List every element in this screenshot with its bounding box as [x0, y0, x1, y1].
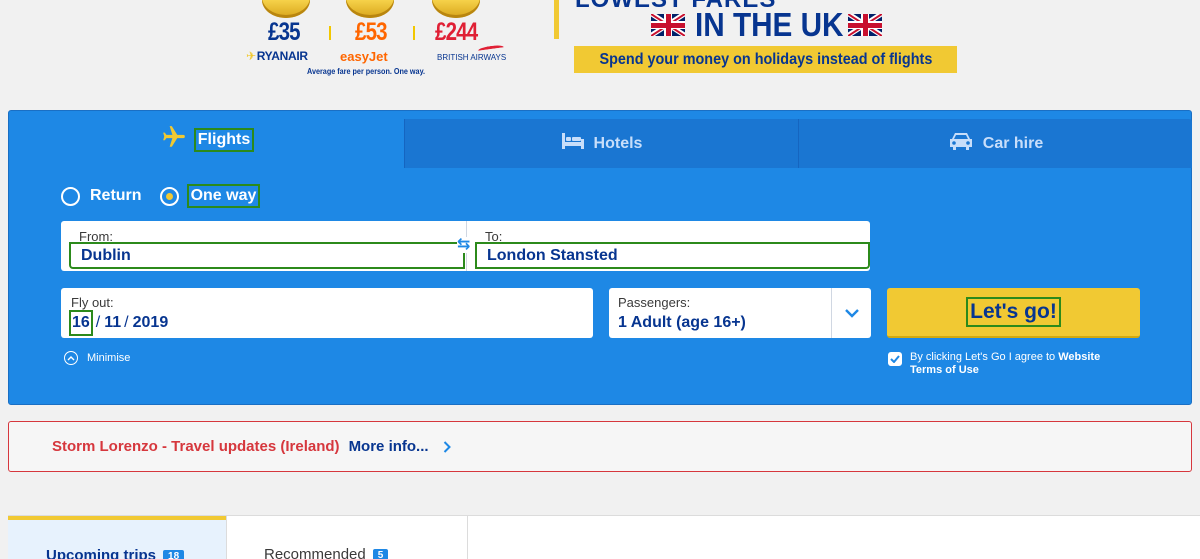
passengers-dropdown-button[interactable]	[831, 288, 871, 338]
minimise-label: Minimise	[87, 352, 131, 364]
trip-type-selector: Return One way	[61, 184, 276, 208]
tab-hotels[interactable]: Hotels	[404, 119, 798, 168]
plane-icon	[161, 124, 187, 155]
passengers-label: Passengers:	[618, 295, 691, 310]
check-icon	[890, 355, 900, 363]
date-month-input[interactable]: 11	[104, 314, 121, 332]
fly-out-date[interactable]: 16 / 11 / 2019	[69, 310, 168, 336]
route-fields: From: Dublin To: London Stansted ⇆	[61, 221, 870, 271]
date-year-input[interactable]: 2019	[133, 314, 169, 332]
banner-tagline: Spend your money on holidays instead of …	[574, 46, 957, 73]
terms-checkbox[interactable]	[888, 352, 902, 366]
radio-one-way-circle[interactable]	[159, 186, 179, 206]
chevron-right-icon[interactable]	[443, 440, 451, 453]
divider	[413, 26, 415, 40]
date-separator: /	[95, 314, 101, 331]
recommended-count-badge: 5	[372, 549, 389, 559]
bed-icon	[561, 132, 585, 155]
minimise-toggle[interactable]: Minimise	[64, 351, 130, 365]
banner-headline: IN THE UK	[695, 6, 844, 43]
car-icon	[948, 131, 974, 156]
tab-recommended-label: Recommended	[264, 546, 366, 559]
radio-one-way-label: One way	[186, 184, 261, 208]
tab-upcoming-trips[interactable]: Upcoming trips 18	[8, 516, 226, 559]
tab-car-hire-label: Car hire	[982, 134, 1044, 152]
tab-upcoming-trips-label: Upcoming trips	[46, 547, 157, 559]
tab-car-hire[interactable]: Car hire	[798, 119, 1192, 168]
travel-alert: Storm Lorenzo - Travel updates (Ireland)…	[8, 421, 1192, 472]
more-info-link[interactable]: More info...	[349, 438, 429, 455]
promo-banner[interactable]: £35 £53 £244 ✈RYANAIR easyJet BRITISH AI…	[0, 0, 1200, 100]
passengers-value: 1 Adult (age 16+)	[618, 314, 746, 331]
radio-one-way[interactable]: One way	[159, 184, 261, 208]
search-tabs: Flights Hotels Car hire	[9, 111, 1192, 168]
average-fare-note: Average fare per person. One way.	[307, 66, 426, 76]
swap-route-icon[interactable]: ⇆	[457, 237, 471, 253]
to-input[interactable]: London Stansted	[475, 242, 870, 269]
fly-out-field[interactable]: Fly out: 16 / 11 / 2019	[61, 288, 593, 338]
ryanair-logo: ✈RYANAIR	[246, 49, 308, 63]
easyjet-price: £53	[355, 18, 388, 46]
date-separator: /	[124, 314, 129, 331]
fly-out-label: Fly out:	[71, 295, 114, 310]
ba-logo: BRITISH AIRWAYS	[437, 53, 507, 62]
chevron-down-icon	[844, 308, 859, 318]
alert-text: Storm Lorenzo - Travel updates (Ireland)	[52, 438, 340, 455]
lets-go-button[interactable]: Let's go!	[887, 288, 1140, 338]
terms-text: By clicking Let's Go I agree to Website …	[910, 351, 1101, 376]
radio-return[interactable]: Return	[61, 186, 142, 206]
date-day-input[interactable]: 16	[69, 310, 93, 336]
radio-return-label: Return	[90, 187, 142, 204]
coins-image	[262, 0, 310, 18]
coins-image	[346, 0, 394, 18]
harp-icon: ✈	[246, 49, 256, 63]
trips-tabs: Upcoming trips 18 Recommended 5	[8, 515, 1200, 559]
ba-price: £244	[435, 18, 478, 46]
from-field[interactable]: From: Dublin	[61, 221, 466, 271]
lets-go-label: Let's go!	[966, 297, 1061, 327]
ryanair-price: £35	[268, 18, 301, 46]
easyjet-logo: easyJet	[340, 49, 388, 64]
flight-search-widget: Flights Hotels Car hire Return One way F…	[8, 110, 1192, 405]
terms-agreement: By clicking Let's Go I agree to Website …	[888, 351, 1125, 377]
tab-flights[interactable]: Flights	[9, 111, 404, 168]
passengers-field[interactable]: Passengers: 1 Adult (age 16+)	[609, 288, 871, 338]
upcoming-count-badge: 18	[163, 550, 185, 559]
tab-flights-label: Flights	[193, 127, 255, 152]
radio-return-circle[interactable]	[61, 186, 80, 206]
banner-accent-bar	[554, 0, 559, 39]
from-input[interactable]: Dublin	[69, 242, 465, 269]
to-field[interactable]: To: London Stansted	[466, 221, 870, 271]
chevron-up-icon	[64, 351, 78, 365]
tab-hotels-label: Hotels	[593, 134, 643, 152]
divider	[329, 26, 331, 40]
uk-flag-icon	[651, 14, 685, 36]
coins-image	[432, 0, 480, 18]
uk-flag-icon	[848, 14, 882, 36]
tab-recommended[interactable]: Recommended 5	[226, 516, 468, 559]
